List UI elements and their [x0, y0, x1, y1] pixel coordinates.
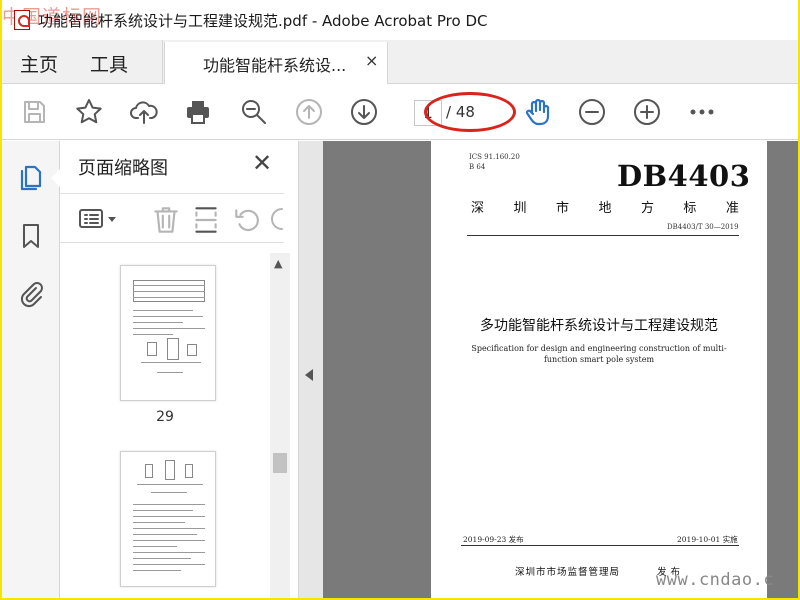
thumb-line: [133, 522, 185, 523]
document-title-en: Specification for design and engineering…: [471, 344, 727, 364]
left-rail: [2, 141, 60, 598]
thumb-figure: [167, 338, 179, 360]
tab-document[interactable]: 功能智能杆系统设... ×: [164, 42, 388, 84]
print-icon[interactable]: [180, 94, 216, 130]
collapse-left-icon[interactable]: [305, 369, 313, 381]
heading-char: 地: [598, 201, 612, 216]
star-icon[interactable]: [71, 94, 107, 130]
panel-title: 页面缩略图: [78, 158, 168, 179]
rotate-ccw-icon[interactable]: [232, 204, 264, 234]
thumb-figure: [147, 342, 157, 356]
heading-char: 方: [640, 201, 654, 216]
implementation-date: 2019-10-01 实施: [677, 535, 738, 544]
heading-char: 准: [725, 201, 739, 216]
thumb-line: [141, 362, 201, 363]
tab-bar: 主页 工具 功能智能杆系统设... ×: [2, 40, 798, 84]
thumb-figure: [165, 460, 175, 480]
tab-document-label: 功能智能杆系统设...: [203, 56, 347, 75]
thumb-line: [133, 285, 205, 286]
class-code: B 64: [469, 163, 486, 171]
thumb-line: [133, 510, 193, 511]
window-title: 功能智能杆系统设计与工程建设规范.pdf - Adobe Acrobat Pro…: [38, 12, 488, 30]
issue-date: 2019-09-23 发布: [463, 535, 524, 544]
rotate-cw-icon[interactable]: [270, 204, 284, 234]
pdf-page: ICS 91.160.20 B 64 DB4403 深 圳 市 地 方 标 准 …: [431, 141, 767, 598]
document-view[interactable]: ICS 91.160.20 B 64 DB4403 深 圳 市 地 方 标 准 …: [323, 141, 798, 598]
zoom-in-icon[interactable]: [629, 94, 665, 130]
zoom-out-icon[interactable]: [574, 94, 610, 130]
page-thumbnail[interactable]: [120, 451, 216, 587]
thumb-line: [157, 372, 183, 373]
standard-number: DB4403/T 30—2019: [667, 223, 739, 231]
thumb-line: [133, 564, 205, 565]
thumb-line: [133, 328, 205, 329]
thumbnail-options-icon[interactable]: [76, 204, 122, 234]
thumb-figure: [187, 344, 197, 356]
thumb-line: [133, 291, 205, 292]
extract-icon[interactable]: [190, 204, 222, 234]
upload-cloud-icon[interactable]: [126, 94, 162, 130]
page-up-icon[interactable]: [291, 94, 327, 130]
document-title-cn: 多功能智能杆系统设计与工程建设规范: [480, 318, 718, 334]
thumbnail-scrollbar[interactable]: ▲: [270, 253, 290, 598]
page-thumbnail[interactable]: [120, 265, 216, 401]
thumb-line: [133, 528, 205, 529]
thumb-line: [133, 534, 197, 535]
thumbnails-icon[interactable]: [16, 163, 46, 193]
thumb-line: [133, 316, 203, 317]
scrollbar-thumb[interactable]: [273, 453, 287, 473]
page-down-icon[interactable]: [346, 94, 382, 130]
site-watermark: www.cndao.c: [656, 570, 775, 590]
thumb-line: [133, 504, 205, 505]
thumb-line: [133, 558, 191, 559]
panel-close-icon[interactable]: ✕: [252, 149, 272, 177]
pdf-file-icon: [14, 10, 30, 30]
title-bar: 中国道标网 功能智能杆系统设计与工程建设规范.pdf - Adobe Acrob…: [2, 0, 798, 40]
hand-icon[interactable]: [520, 94, 556, 130]
red-highlight-ellipse: [424, 92, 516, 132]
heading-char: 市: [555, 201, 569, 216]
scroll-up-icon[interactable]: ▲: [274, 257, 282, 270]
standard-type-heading: 深 圳 市 地 方 标 准: [471, 197, 739, 216]
thumbnail-page-label: 29: [156, 409, 174, 425]
divider-line: [461, 545, 739, 546]
thumb-line: [133, 334, 173, 335]
tab-divider: [162, 40, 163, 84]
panel-collapse-strip[interactable]: [299, 141, 323, 598]
thumb-line: [133, 570, 181, 571]
thumbnail-panel: 页面缩略图 ✕ ▲ 29: [60, 141, 299, 598]
divider-line: [467, 235, 739, 236]
acrobat-window: 中国道标网 功能智能杆系统设计与工程建设规范.pdf - Adobe Acrob…: [2, 0, 798, 598]
panel-toolbar: [60, 193, 284, 243]
heading-char: 深: [471, 201, 485, 216]
thumb-figure: [185, 464, 193, 478]
thumb-line: [133, 546, 177, 547]
heading-char: 圳: [513, 201, 527, 216]
attachment-icon[interactable]: [16, 278, 46, 308]
bookmark-icon[interactable]: [16, 221, 46, 251]
thumb-line: [133, 540, 205, 541]
ics-code: ICS 91.160.20: [469, 153, 520, 161]
zoom-search-icon[interactable]: [236, 94, 272, 130]
tab-close-icon[interactable]: ×: [365, 51, 378, 70]
issuer: 深圳市市场监督管理局: [515, 567, 621, 578]
save-icon[interactable]: [16, 94, 52, 130]
toolbar: 1 / 48: [2, 84, 798, 140]
thumb-line: [133, 516, 205, 517]
thumb-line: [137, 484, 203, 485]
thumb-line: [133, 322, 183, 323]
thumb-line: [133, 552, 205, 553]
delete-icon[interactable]: [150, 204, 182, 234]
more-icon[interactable]: [684, 94, 720, 130]
thumb-line: [151, 492, 187, 493]
standard-code: DB4403: [617, 159, 751, 193]
thumb-line: [133, 297, 205, 298]
heading-char: 标: [683, 201, 697, 216]
thumb-line: [133, 310, 193, 311]
tab-home[interactable]: 主页: [20, 50, 58, 77]
active-panel-pointer: [51, 169, 60, 187]
thumb-figure: [145, 464, 153, 478]
tab-tools[interactable]: 工具: [90, 50, 128, 77]
